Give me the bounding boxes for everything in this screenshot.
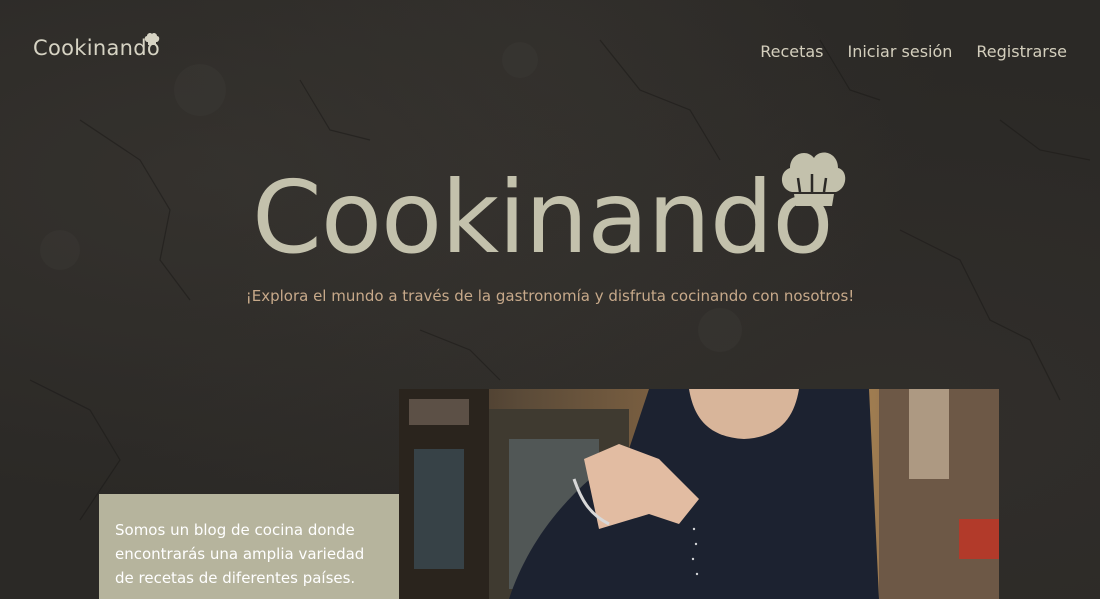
nav-iniciar-sesion[interactable]: Iniciar sesión xyxy=(848,42,953,61)
chef-hat-icon xyxy=(781,152,846,206)
chef-hat-icon xyxy=(144,32,160,45)
hero-tagline: ¡Explora el mundo a través de la gastron… xyxy=(245,287,855,305)
hero-title: Cookinando xyxy=(252,159,834,276)
site-logo[interactable]: Cookinando xyxy=(33,32,161,60)
about-text: Somos un blog de cocina donde encontrará… xyxy=(115,521,365,587)
hero-photo xyxy=(399,389,999,599)
nav-recetas[interactable]: Recetas xyxy=(760,42,823,61)
main-nav: Recetas Iniciar sesión Registrarse xyxy=(760,42,1067,61)
nav-registrarse[interactable]: Registrarse xyxy=(976,42,1067,61)
cooking-photo-illustration xyxy=(399,389,999,599)
site-logo-text: Cookinando xyxy=(33,36,161,60)
about-box: Somos un blog de cocina donde encontrará… xyxy=(99,494,399,599)
